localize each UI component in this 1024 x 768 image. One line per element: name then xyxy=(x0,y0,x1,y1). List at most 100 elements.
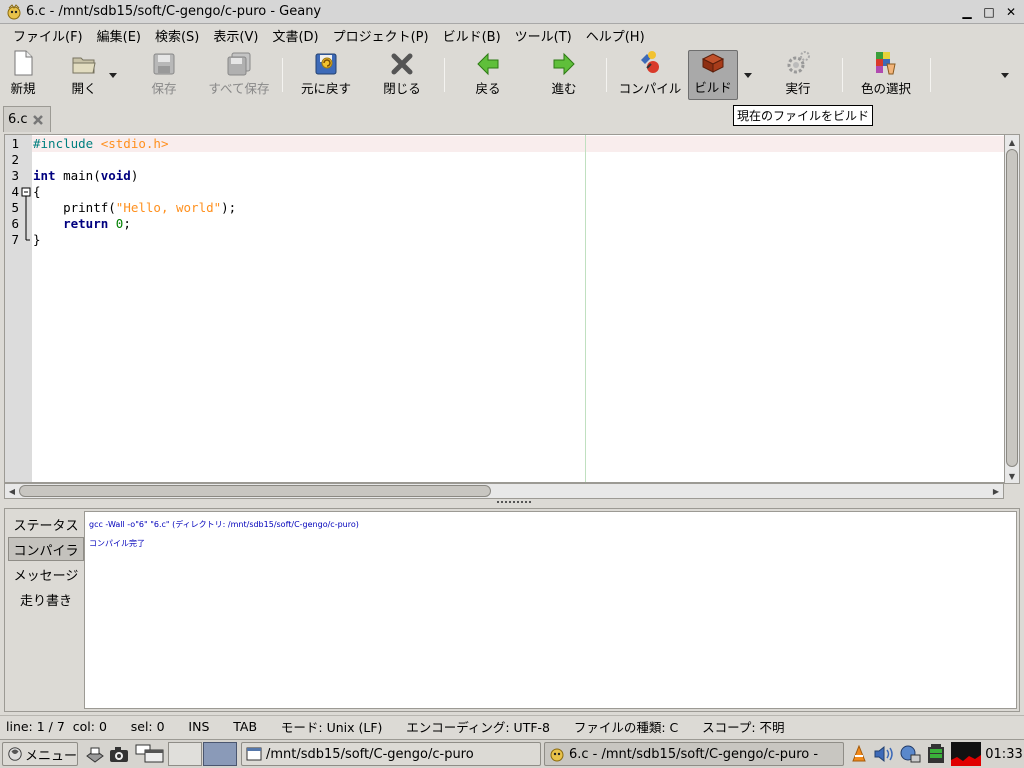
code-line[interactable]: return 0; xyxy=(33,216,236,232)
open-recent-dropdown[interactable] xyxy=(108,70,118,80)
vlc-tray[interactable] xyxy=(850,742,868,766)
show-desktop-button[interactable] xyxy=(134,742,166,766)
compile-button[interactable]: コンパイル xyxy=(614,50,686,100)
tab-6c[interactable]: 6.c xyxy=(3,106,51,132)
tab-close-icon[interactable] xyxy=(31,113,45,127)
save-button[interactable]: 保存 xyxy=(140,50,188,100)
taskbar-item-label: 6.c - /mnt/sdb15/soft/C-gengo/c-puro - xyxy=(569,746,819,762)
status-sel: sel: 0 xyxy=(130,719,165,734)
toolbar-separator xyxy=(444,58,445,92)
workspace-2[interactable] xyxy=(203,742,237,766)
toolbar-overflow-dropdown[interactable] xyxy=(1000,70,1010,80)
revert-icon xyxy=(315,53,337,75)
compiler-output[interactable]: gcc -Wall -o"6" "6.c" (ディレクトリ: /mnt/sdb1… xyxy=(84,511,1017,709)
volume-tray[interactable] xyxy=(872,742,896,766)
screenshot-launcher[interactable] xyxy=(108,742,130,766)
compiler-command-line[interactable]: gcc -Wall -o"6" "6.c" (ディレクトリ: /mnt/sdb1… xyxy=(89,519,359,530)
battery-tray[interactable] xyxy=(924,742,948,766)
toolbar-separator xyxy=(606,58,607,92)
menu-edit[interactable]: 編集(E) xyxy=(90,26,148,45)
line-numbers: 1234567 xyxy=(5,136,19,248)
editor-vertical-scrollbar[interactable]: ▲ ▼ xyxy=(1004,134,1020,484)
taskbar-item-geany[interactable]: 6.c - /mnt/sdb15/soft/C-gengo/c-puro - xyxy=(544,742,844,766)
color-chooser-button[interactable]: 色の選択 xyxy=(856,50,916,100)
color-palette-icon xyxy=(876,52,896,75)
status-tab: TAB xyxy=(233,719,258,734)
arrow-left-icon xyxy=(477,52,499,76)
status-scope: スコープ: 不明 xyxy=(702,720,785,735)
window-title: 6.c - /mnt/sdb15/soft/C-gengo/c-puro - G… xyxy=(26,4,322,19)
forward-button[interactable]: 進む xyxy=(542,50,586,100)
scroll-left-icon[interactable]: ◀ xyxy=(6,485,18,497)
menu-build[interactable]: ビルド(B) xyxy=(436,26,508,45)
scroll-down-icon[interactable]: ▼ xyxy=(1006,470,1018,482)
start-menu-button[interactable]: メニュー xyxy=(2,742,78,766)
code-line[interactable]: #include <stdio.h> xyxy=(33,136,236,152)
new-button[interactable]: 新規 xyxy=(4,50,42,100)
network-tray[interactable] xyxy=(898,742,922,766)
code-line[interactable]: int main(void) xyxy=(33,168,236,184)
tab-status[interactable]: ステータス xyxy=(8,512,84,536)
horizontal-scroll-thumb[interactable] xyxy=(19,485,491,497)
save-all-button[interactable]: すべて保存 xyxy=(204,50,274,100)
menu-help[interactable]: ヘルプ(H) xyxy=(579,26,652,45)
code-editor[interactable]: 1234567 #include <stdio.h> int main(void)… xyxy=(4,134,1006,483)
build-button[interactable]: ビルド xyxy=(688,50,738,100)
menu-document[interactable]: 文書(D) xyxy=(265,26,325,45)
network-globe-icon xyxy=(900,745,921,763)
build-options-dropdown[interactable] xyxy=(743,70,753,80)
close-icon[interactable]: ✕ xyxy=(1002,3,1020,21)
code-token: ; xyxy=(123,216,131,231)
back-button[interactable]: 戻る xyxy=(466,50,510,100)
run-button[interactable]: 実行 xyxy=(776,50,820,100)
toolbar-separator xyxy=(930,58,931,92)
vertical-scroll-thumb[interactable] xyxy=(1006,149,1018,467)
tab-scribble[interactable]: 走り書き xyxy=(8,587,84,611)
code-line[interactable] xyxy=(33,152,236,168)
tab-messages[interactable]: メッセージ xyxy=(8,562,84,586)
toolbar-separator xyxy=(842,58,843,92)
minimize-icon[interactable]: ▁ xyxy=(958,3,976,21)
workspace-1[interactable] xyxy=(168,742,202,766)
build-tooltip: 現在のファイルをビルド xyxy=(733,105,874,126)
tab-compiler[interactable]: コンパイラ xyxy=(8,537,84,561)
source-code[interactable]: #include <stdio.h> int main(void){ printf… xyxy=(33,136,236,248)
maximize-icon[interactable]: □ xyxy=(980,3,998,21)
open-folder-icon xyxy=(72,57,96,74)
status-ins: INS xyxy=(188,719,210,734)
code-token: void xyxy=(100,168,131,183)
clock[interactable]: 01:33 xyxy=(984,742,1024,766)
menu-project[interactable]: プロジェクト(P) xyxy=(326,26,436,45)
windows-icon xyxy=(135,744,164,763)
status-filetype: ファイルの種類: C xyxy=(573,720,679,735)
build-bricks-icon xyxy=(701,53,725,73)
scroll-up-icon[interactable]: ▲ xyxy=(1006,136,1018,148)
menu-view[interactable]: 表示(V) xyxy=(206,26,265,45)
pane-resize-handle[interactable] xyxy=(497,501,531,505)
code-line[interactable]: } xyxy=(33,232,236,248)
menu-tools[interactable]: ツール(T) xyxy=(508,26,579,45)
scroll-right-icon[interactable]: ▶ xyxy=(990,485,1002,497)
taskbar: メニュー /mnt/sdb15/soft/C-gengo/c-puro 6.c … xyxy=(0,739,1024,768)
menu-file[interactable]: ファイル(F) xyxy=(6,26,90,45)
code-line[interactable]: printf("Hello, world"); xyxy=(33,200,236,216)
taskbar-item-folder[interactable]: /mnt/sdb15/soft/C-gengo/c-puro xyxy=(241,742,541,766)
close-file-button[interactable]: 閉じる xyxy=(376,50,428,100)
long-line-marker xyxy=(585,135,586,482)
compiler-result-line[interactable]: コンパイル完了 xyxy=(89,538,145,549)
menu-search[interactable]: 検索(S) xyxy=(148,26,206,45)
files-launcher[interactable] xyxy=(84,742,106,766)
editor-horizontal-scrollbar[interactable]: ◀ ▶ xyxy=(4,483,1004,499)
code-token: ); xyxy=(221,200,237,215)
window-titlebar[interactable]: 6.c - /mnt/sdb15/soft/C-gengo/c-puro - G… xyxy=(0,0,1024,24)
toolbar: 新規 開く 保存 すべて保存 元に戻す 閉じる 戻る 進む コンパイル ビルド xyxy=(0,48,1024,102)
status-encoding: エンコーディング: UTF-8 xyxy=(406,720,550,735)
speaker-icon xyxy=(874,745,893,763)
menu-bar: ファイル(F) 編集(E) 検索(S) 表示(V) 文書(D) プロジェクト(P… xyxy=(0,24,1024,46)
code-token: "Hello, world" xyxy=(115,200,222,215)
open-button[interactable]: 開く xyxy=(64,50,104,100)
revert-button[interactable]: 元に戻す xyxy=(296,50,356,100)
code-line[interactable]: { xyxy=(33,184,236,200)
